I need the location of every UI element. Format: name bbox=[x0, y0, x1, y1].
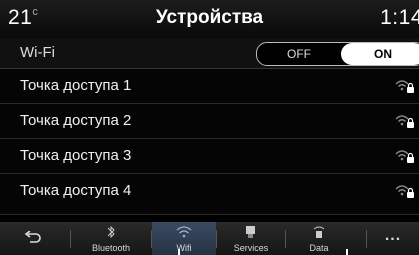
top-bar: 21c Устройства 1:14 bbox=[0, 0, 419, 38]
bottom-nav: Bluetooth Wifi Services Data ... bbox=[0, 222, 419, 255]
access-point-name: Точка доступа 1 bbox=[20, 77, 132, 94]
wifi-label: Wi-Fi bbox=[20, 44, 55, 61]
access-point-row[interactable]: Точка доступа 2 bbox=[0, 104, 419, 139]
clock: 1:14 bbox=[380, 6, 419, 29]
wifi-toggle[interactable]: OFF ON bbox=[256, 42, 419, 66]
wifi-lock-icon bbox=[395, 115, 414, 128]
access-point-name: Точка доступа 4 bbox=[20, 182, 132, 199]
wifi-icon bbox=[176, 226, 192, 238]
tab-bluetooth[interactable]: Bluetooth bbox=[71, 222, 151, 255]
tab-bluetooth-label: Bluetooth bbox=[91, 243, 131, 253]
access-point-row[interactable]: Точка доступа 3 bbox=[0, 139, 419, 174]
tab-data-label: Data bbox=[309, 243, 329, 253]
wifi-lock-icon bbox=[395, 150, 414, 163]
wifi-on-option[interactable]: ON bbox=[341, 43, 419, 65]
access-point-name: Точка доступа 2 bbox=[20, 112, 132, 129]
services-icon bbox=[246, 226, 255, 238]
wifi-off-option[interactable]: OFF bbox=[257, 43, 341, 65]
bluetooth-icon bbox=[107, 225, 115, 239]
tab-data[interactable]: Data bbox=[286, 222, 352, 255]
back-icon bbox=[24, 231, 41, 243]
wifi-lock-icon bbox=[395, 80, 414, 93]
more-icon: ... bbox=[384, 227, 402, 244]
page-title: Устройства bbox=[155, 7, 264, 28]
access-point-row[interactable]: Точка доступа 1 bbox=[0, 69, 419, 104]
access-point-row[interactable]: Точка доступа 4 bbox=[0, 174, 419, 215]
more-button[interactable]: ... bbox=[367, 222, 419, 255]
access-point-name: Точка доступа 3 bbox=[20, 147, 132, 164]
tab-services[interactable]: Services bbox=[217, 222, 285, 255]
wifi-lock-icon bbox=[395, 185, 414, 198]
active-tab-indicator bbox=[178, 249, 180, 255]
tab-marker bbox=[346, 249, 348, 255]
tab-services-label: Services bbox=[233, 243, 269, 253]
wifi-toggle-row: Wi-Fi OFF ON bbox=[0, 38, 419, 69]
tab-wifi-label: Wifi bbox=[176, 243, 192, 253]
back-button[interactable] bbox=[0, 222, 70, 255]
data-icon bbox=[313, 226, 325, 238]
tab-wifi[interactable]: Wifi bbox=[152, 222, 216, 255]
